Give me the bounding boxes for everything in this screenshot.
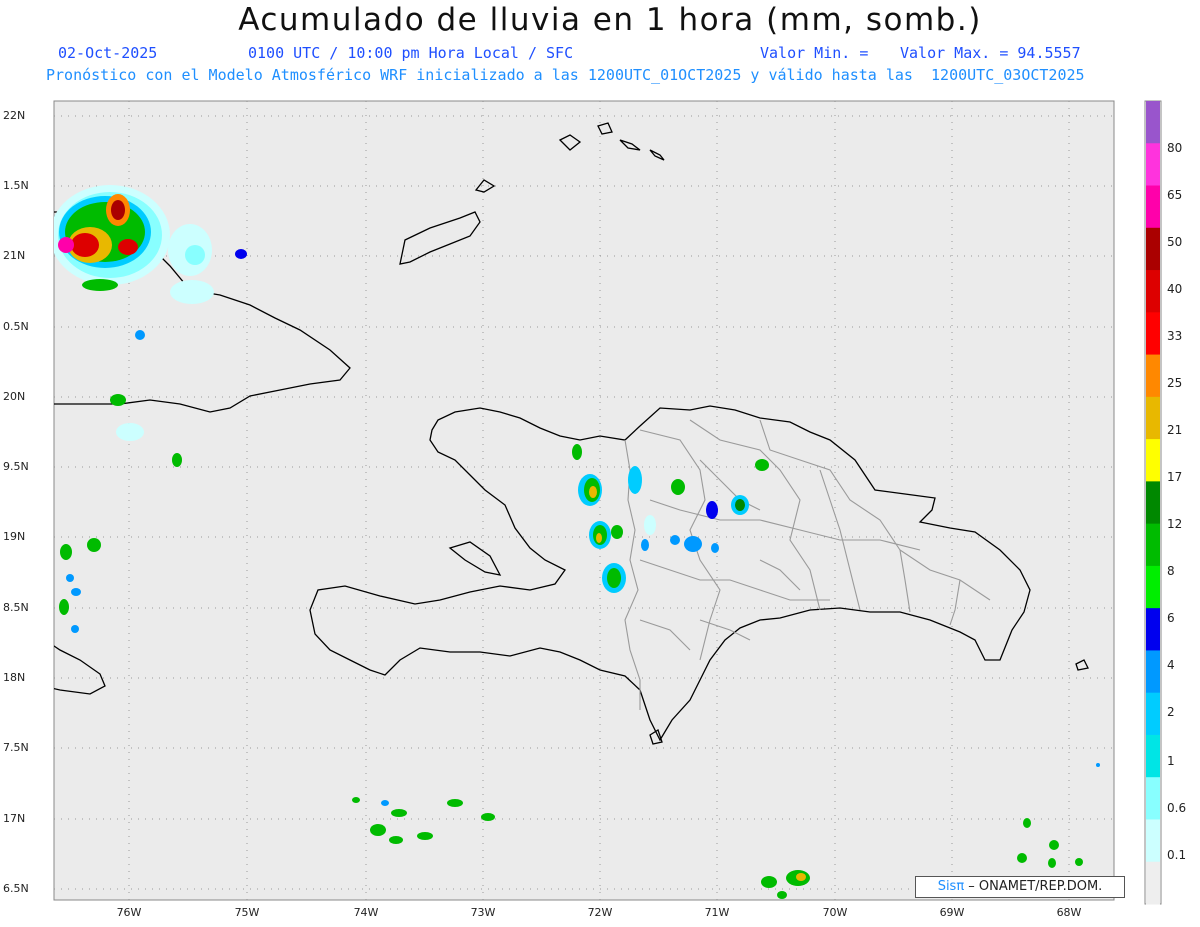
colorbar-segment (1146, 270, 1160, 313)
colorbar-segment (1146, 354, 1160, 398)
lat-label-16-5n: 6.5N (3, 882, 29, 895)
cbar-label-2: 2 (1167, 705, 1175, 719)
lat-label-21-5n: 1.5N (3, 179, 29, 192)
lon-label-72w: 72W (587, 906, 613, 919)
rainfall-map (53, 100, 1162, 905)
lon-label-70w: 70W (822, 906, 848, 919)
lat-label-21n: 21N (3, 249, 26, 262)
lon-label-75w: 75W (234, 906, 260, 919)
colorbar-segment (1146, 565, 1160, 609)
lat-label-18-5n: 8.5N (3, 601, 29, 614)
cbar-label-1: 1 (1167, 754, 1175, 768)
lon-label-73w: 73W (470, 906, 496, 919)
colorbar-segment (1146, 143, 1160, 187)
sispi-logo: Sisπ (937, 879, 965, 894)
lat-label-18n: 18N (3, 671, 26, 684)
cbar-label-65: 65 (1167, 188, 1183, 202)
credit-org: – ONAMET/REP.DOM. (964, 879, 1103, 894)
colorbar-segment (1146, 185, 1160, 229)
cbar-label-40: 40 (1167, 282, 1183, 296)
cbar-label-0-6: 0.6 (1167, 801, 1187, 815)
cbar-label-17: 17 (1167, 470, 1183, 484)
lat-label-17-5n: 7.5N (3, 741, 29, 754)
cbar-label-6: 6 (1167, 611, 1175, 625)
lon-label-74w: 74W (353, 906, 379, 919)
lat-label-19n: 19N (3, 530, 26, 543)
colorbar (1146, 101, 1160, 905)
lat-label-22n: 22N (3, 109, 26, 122)
colorbar-segment (1146, 227, 1160, 271)
colorbar-segment (1146, 861, 1160, 905)
cbar-label-8: 8 (1167, 564, 1175, 578)
cbar-label-4: 4 (1167, 658, 1175, 672)
lon-label-71w: 71W (704, 906, 730, 919)
lon-label-76w: 76W (116, 906, 142, 919)
cbar-label-33: 33 (1167, 329, 1183, 343)
cbar-label-50: 50 (1167, 235, 1183, 249)
cbar-label-0-1: 0.1 (1167, 848, 1187, 862)
colorbar-segment (1146, 312, 1160, 356)
colorbar-segment (1146, 481, 1160, 525)
colorbar-segment (1146, 101, 1160, 144)
colorbar-segment (1146, 777, 1160, 820)
colorbar-segment (1146, 439, 1160, 482)
lon-label-68w: 68W (1056, 906, 1082, 919)
lat-label-20-5n: 0.5N (3, 320, 29, 333)
colorbar-segment (1146, 819, 1160, 863)
cbar-label-25: 25 (1167, 376, 1183, 390)
colorbar-segment (1146, 396, 1160, 440)
lat-label-19-5n: 9.5N (3, 460, 29, 473)
lat-label-17n: 17N (3, 812, 26, 825)
colorbar-segment (1146, 523, 1160, 567)
colorbar-segment (1146, 692, 1160, 736)
cbar-label-12: 12 (1167, 517, 1183, 531)
colorbar-segment (1146, 650, 1160, 694)
colorbar-segment (1146, 734, 1160, 778)
cbar-label-21: 21 (1167, 423, 1183, 437)
cbar-label-80: 80 (1167, 141, 1183, 155)
lat-label-20n: 20N (3, 390, 26, 403)
colorbar-segment (1146, 608, 1160, 651)
lon-label-69w: 69W (939, 906, 965, 919)
credit-box: Sisπ – ONAMET/REP.DOM. (915, 876, 1125, 898)
